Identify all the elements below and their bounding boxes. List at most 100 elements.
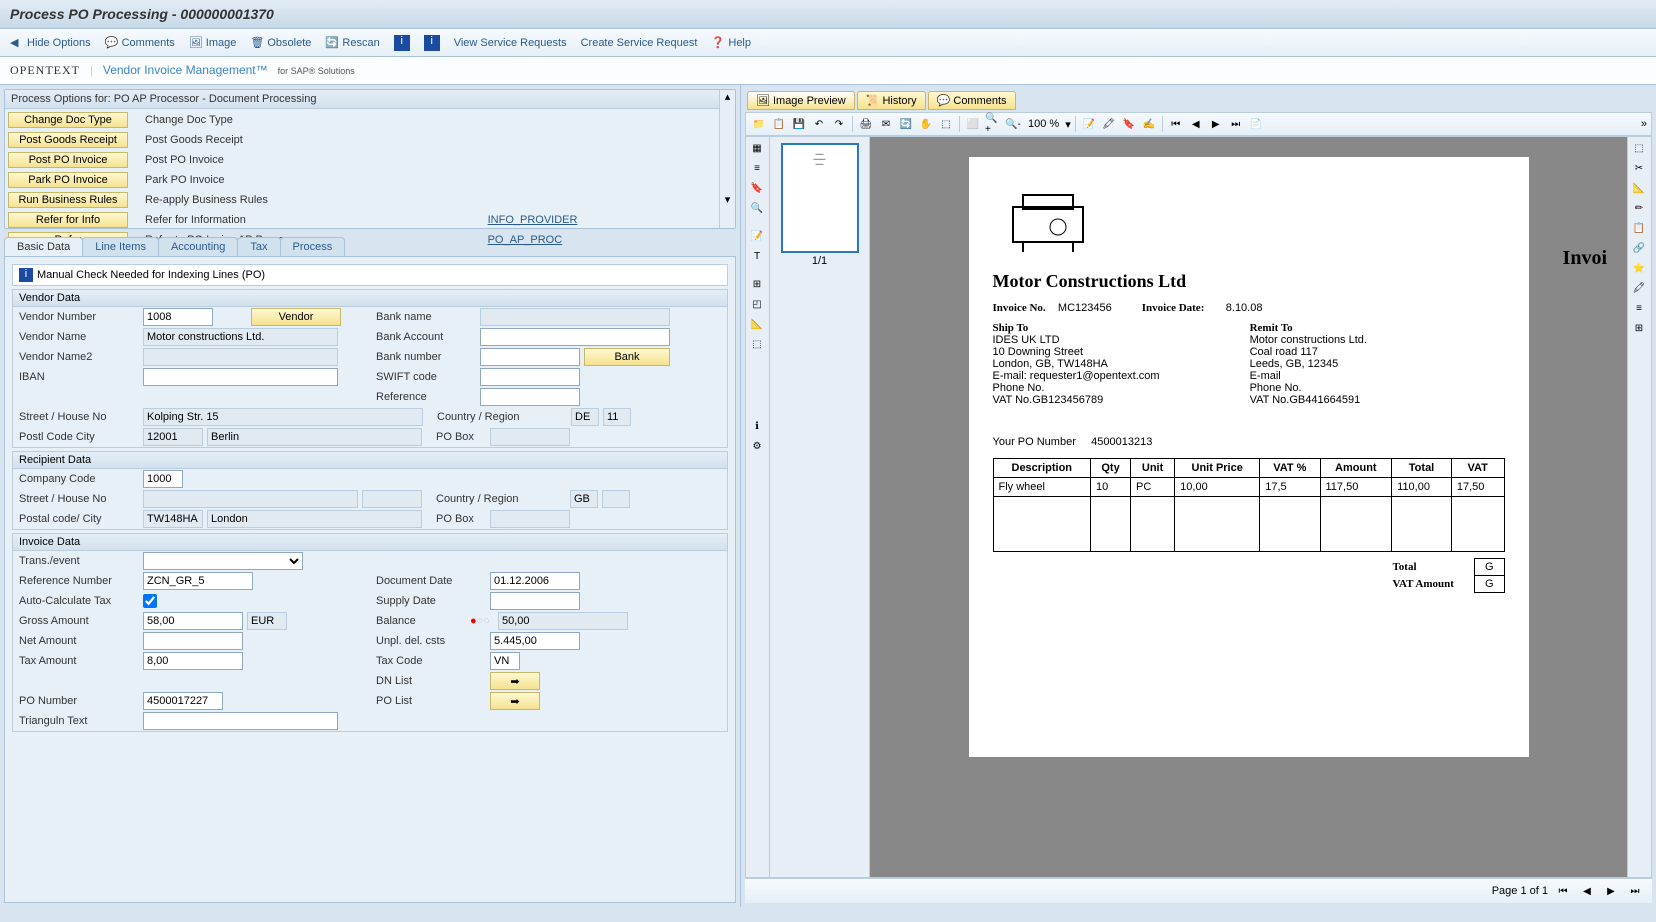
- vbtn-print[interactable]: 🖨: [857, 115, 875, 133]
- vbtn-more[interactable]: »: [1641, 118, 1647, 130]
- rt-6[interactable]: 🔗: [1630, 239, 1648, 257]
- tab-process[interactable]: Process: [280, 237, 346, 256]
- obsolete-button[interactable]: 🗑Obsolete: [250, 36, 311, 50]
- st-search[interactable]: 🔍: [748, 199, 766, 217]
- rt-1[interactable]: ⬚: [1630, 139, 1648, 157]
- st-text[interactable]: T: [748, 247, 766, 265]
- sb-prev[interactable]: ◀: [1578, 882, 1596, 900]
- vbtn-copy[interactable]: 📋: [770, 115, 788, 133]
- process-option-button[interactable]: Refer for Info: [8, 212, 128, 228]
- tax-code-input[interactable]: [490, 652, 520, 670]
- trianguln-input[interactable]: [143, 712, 338, 730]
- unpl-del-input[interactable]: [490, 632, 580, 650]
- iban-input[interactable]: [143, 368, 338, 386]
- vbtn-save[interactable]: 💾: [790, 115, 808, 133]
- tab-comments[interactable]: 💬Comments: [928, 91, 1016, 110]
- bank-number-input[interactable]: [480, 348, 580, 366]
- vendor-number-input[interactable]: [143, 308, 213, 326]
- info2-icon[interactable]: i: [424, 35, 440, 51]
- net-amount-input[interactable]: [143, 632, 243, 650]
- gross-amount-input[interactable]: [143, 612, 243, 630]
- vbtn-open[interactable]: 📁: [750, 115, 768, 133]
- process-option-button[interactable]: Post PO Invoice: [8, 152, 128, 168]
- rt-9[interactable]: ≡: [1630, 299, 1648, 317]
- vbtn-note[interactable]: 📝: [1080, 115, 1098, 133]
- st-select[interactable]: ⬚: [748, 335, 766, 353]
- vbtn-stamp[interactable]: 🔖: [1120, 115, 1138, 133]
- vbtn-highlight[interactable]: 🖍: [1100, 115, 1118, 133]
- vbtn-next[interactable]: ▶: [1207, 115, 1225, 133]
- doc-date-input[interactable]: [490, 572, 580, 590]
- st-thumb[interactable]: ▦: [748, 139, 766, 157]
- st-info[interactable]: ℹ: [748, 417, 766, 435]
- options-scrollbar[interactable]: ▴ ▾: [719, 90, 735, 228]
- rt-7[interactable]: ⭐: [1630, 259, 1648, 277]
- rt-10[interactable]: ⊞: [1630, 319, 1648, 337]
- vbtn-zoomout[interactable]: 🔍-: [1004, 115, 1022, 133]
- page-thumbnail[interactable]: ▬▬▬▬▬▬▬: [781, 143, 859, 253]
- rt-8[interactable]: 🖍: [1630, 279, 1648, 297]
- st-bookmark[interactable]: 🔖: [748, 179, 766, 197]
- sb-first[interactable]: ⏮: [1554, 882, 1572, 900]
- st-settings[interactable]: ⚙: [748, 437, 766, 455]
- comments-button[interactable]: 💬Comments: [105, 36, 175, 50]
- supply-date-input[interactable]: [490, 592, 580, 610]
- tab-image-preview[interactable]: 🖼Image Preview: [747, 91, 855, 110]
- sb-next[interactable]: ▶: [1602, 882, 1620, 900]
- tab-accounting[interactable]: Accounting: [158, 237, 238, 256]
- rt-3[interactable]: 📐: [1630, 179, 1648, 197]
- auto-calc-tax-checkbox[interactable]: [143, 594, 157, 608]
- zoom-level[interactable]: 100 %: [1024, 118, 1063, 130]
- vbtn-first[interactable]: ⏮: [1167, 115, 1185, 133]
- st-layers[interactable]: ≡: [748, 159, 766, 177]
- vbtn-hand[interactable]: ✋: [917, 115, 935, 133]
- rescan-button[interactable]: 🔄Rescan: [325, 36, 379, 50]
- vbtn-refresh[interactable]: 🔄: [897, 115, 915, 133]
- bank-button[interactable]: Bank: [584, 348, 670, 366]
- trans-event-select[interactable]: [143, 552, 303, 570]
- vbtn-sig[interactable]: ✍: [1140, 115, 1158, 133]
- vbtn-prev[interactable]: ◀: [1187, 115, 1205, 133]
- st-ruler[interactable]: 📐: [748, 315, 766, 333]
- process-option-button[interactable]: Park PO Invoice: [8, 172, 128, 188]
- po-number-input[interactable]: [143, 692, 223, 710]
- process-option-link[interactable]: INFO_PROVIDER: [488, 211, 717, 229]
- swift-input[interactable]: [480, 368, 580, 386]
- vbtn-last[interactable]: ⏭: [1227, 115, 1245, 133]
- vendor-button[interactable]: Vendor: [251, 308, 341, 326]
- image-button[interactable]: 🖼Image: [189, 36, 237, 50]
- hide-options-button[interactable]: ◀Hide Options: [10, 36, 91, 50]
- vbtn-send[interactable]: ✉: [877, 115, 895, 133]
- vbtn-page[interactable]: 📄: [1247, 115, 1265, 133]
- st-crop[interactable]: ◰: [748, 295, 766, 313]
- vbtn-select[interactable]: ⬚: [937, 115, 955, 133]
- rt-2[interactable]: ✂: [1630, 159, 1648, 177]
- view-service-requests-button[interactable]: View Service Requests: [454, 37, 567, 49]
- process-option-button[interactable]: Run Business Rules: [8, 192, 128, 208]
- vbtn-zoomin[interactable]: 🔍+: [984, 115, 1002, 133]
- sb-last[interactable]: ⏭: [1626, 882, 1644, 900]
- create-service-request-button[interactable]: Create Service Request: [581, 37, 698, 49]
- process-option-button[interactable]: Post Goods Receipt: [8, 132, 128, 148]
- tab-line-items[interactable]: Line Items: [82, 237, 159, 256]
- rt-5[interactable]: 📋: [1630, 219, 1648, 237]
- po-list-button[interactable]: ➡: [490, 692, 540, 710]
- bank-account-input[interactable]: [480, 328, 670, 346]
- document-area[interactable]: Invoi Motor Constructions Ltd Invoice No…: [870, 137, 1627, 877]
- tab-basic-data[interactable]: Basic Data: [4, 237, 83, 256]
- dn-list-button[interactable]: ➡: [490, 672, 540, 690]
- st-grid[interactable]: ⊞: [748, 275, 766, 293]
- process-option-button[interactable]: Change Doc Type: [8, 112, 128, 128]
- tab-tax[interactable]: Tax: [237, 237, 280, 256]
- zoom-dropdown-icon[interactable]: ▾: [1065, 118, 1071, 131]
- st-annot[interactable]: 📝: [748, 227, 766, 245]
- help-button[interactable]: ❓Help: [711, 36, 751, 50]
- vbtn-redo[interactable]: ↷: [830, 115, 848, 133]
- rt-4[interactable]: ✏: [1630, 199, 1648, 217]
- tab-history[interactable]: 📜History: [857, 91, 926, 110]
- vbtn-undo[interactable]: ↶: [810, 115, 828, 133]
- reference-input[interactable]: [480, 388, 580, 406]
- tax-amount-input[interactable]: [143, 652, 243, 670]
- company-code-input[interactable]: [143, 470, 183, 488]
- info1-icon[interactable]: i: [394, 35, 410, 51]
